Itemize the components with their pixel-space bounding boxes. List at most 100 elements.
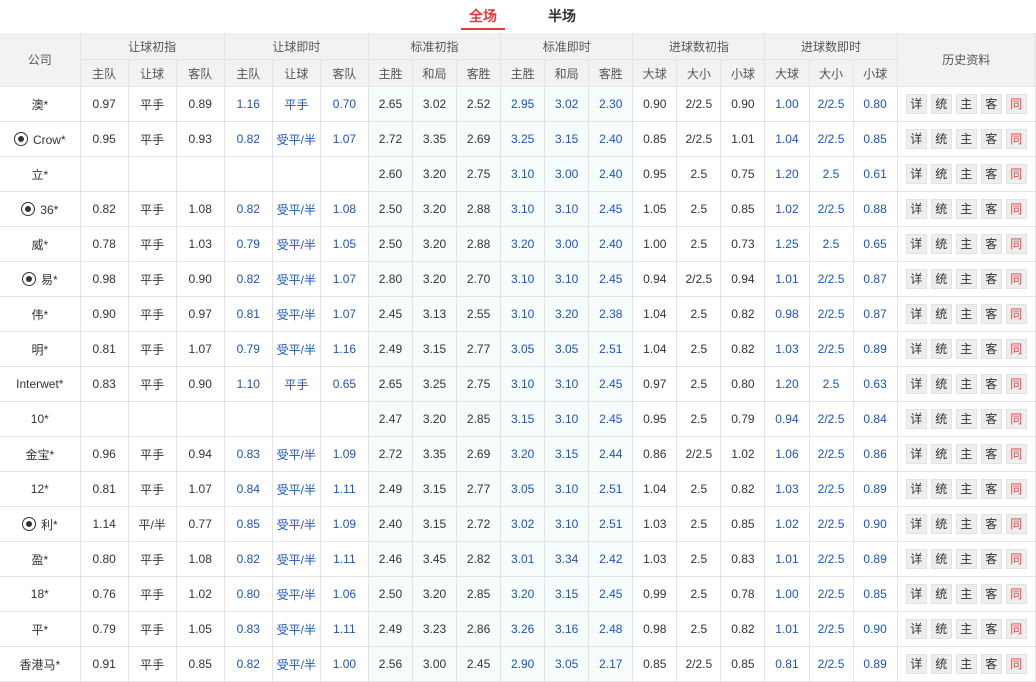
stats-link[interactable]: 统 [930,409,952,429]
detail-link[interactable]: 详 [905,479,927,499]
tab-full-match[interactable]: 全场 [461,4,505,30]
company-cell[interactable]: Interwet* [0,366,81,402]
away-link[interactable]: 客 [980,164,1002,184]
home-link[interactable]: 主 [955,549,977,569]
away-link[interactable]: 客 [980,234,1002,254]
company-cell[interactable]: 立* [0,156,81,192]
detail-link[interactable]: 详 [905,339,927,359]
detail-link[interactable]: 详 [905,94,927,114]
home-link[interactable]: 主 [955,199,977,219]
home-link[interactable]: 主 [955,584,977,604]
home-link[interactable]: 主 [955,339,977,359]
home-link[interactable]: 主 [955,619,977,639]
stats-link[interactable]: 统 [930,654,952,674]
home-link[interactable]: 主 [955,269,977,289]
home-link[interactable]: 主 [955,444,977,464]
stats-link[interactable]: 统 [930,514,952,534]
stats-link[interactable]: 统 [930,444,952,464]
detail-link[interactable]: 详 [905,129,927,149]
home-link[interactable]: 主 [955,234,977,254]
detail-link[interactable]: 详 [905,654,927,674]
same-link[interactable]: 同 [1005,514,1027,534]
detail-link[interactable]: 详 [905,549,927,569]
stats-link[interactable]: 统 [930,584,952,604]
detail-link[interactable]: 详 [905,584,927,604]
away-link[interactable]: 客 [980,304,1002,324]
same-link[interactable]: 同 [1005,129,1027,149]
home-link[interactable]: 主 [955,304,977,324]
company-cell[interactable]: 12* [0,471,81,507]
home-link[interactable]: 主 [955,654,977,674]
away-link[interactable]: 客 [980,199,1002,219]
detail-link[interactable]: 详 [905,444,927,464]
company-cell[interactable]: Crow* [0,121,81,157]
stats-link[interactable]: 统 [930,479,952,499]
away-link[interactable]: 客 [980,269,1002,289]
same-link[interactable]: 同 [1005,409,1027,429]
stats-link[interactable]: 统 [930,339,952,359]
away-link[interactable]: 客 [980,94,1002,114]
away-link[interactable]: 客 [980,129,1002,149]
stats-link[interactable]: 统 [930,304,952,324]
stats-link[interactable]: 统 [930,549,952,569]
company-cell[interactable]: 18* [0,576,81,612]
away-link[interactable]: 客 [980,479,1002,499]
stats-link[interactable]: 统 [930,199,952,219]
company-cell[interactable]: 明* [0,331,81,367]
company-cell[interactable]: 36* [0,191,81,227]
detail-link[interactable]: 详 [905,234,927,254]
away-link[interactable]: 客 [980,339,1002,359]
home-link[interactable]: 主 [955,94,977,114]
away-link[interactable]: 客 [980,444,1002,464]
detail-link[interactable]: 详 [905,164,927,184]
detail-link[interactable]: 详 [905,619,927,639]
company-cell[interactable]: 威* [0,226,81,262]
company-cell[interactable]: 盈* [0,541,81,577]
home-link[interactable]: 主 [955,374,977,394]
company-cell[interactable]: 金宝* [0,436,81,472]
same-link[interactable]: 同 [1005,549,1027,569]
detail-link[interactable]: 详 [905,409,927,429]
same-link[interactable]: 同 [1005,234,1027,254]
home-link[interactable]: 主 [955,514,977,534]
away-link[interactable]: 客 [980,409,1002,429]
stats-link[interactable]: 统 [930,374,952,394]
stats-link[interactable]: 统 [930,94,952,114]
detail-link[interactable]: 详 [905,374,927,394]
away-link[interactable]: 客 [980,549,1002,569]
detail-link[interactable]: 详 [905,304,927,324]
company-cell[interactable]: 利* [0,506,81,542]
same-link[interactable]: 同 [1005,374,1027,394]
same-link[interactable]: 同 [1005,304,1027,324]
company-cell[interactable]: 10* [0,401,81,437]
company-cell[interactable]: 香港马* [0,646,81,682]
same-link[interactable]: 同 [1005,339,1027,359]
same-link[interactable]: 同 [1005,199,1027,219]
home-link[interactable]: 主 [955,479,977,499]
same-link[interactable]: 同 [1005,269,1027,289]
stats-link[interactable]: 统 [930,619,952,639]
company-cell[interactable]: 伟* [0,296,81,332]
home-link[interactable]: 主 [955,129,977,149]
same-link[interactable]: 同 [1005,94,1027,114]
detail-link[interactable]: 详 [905,199,927,219]
stats-link[interactable]: 统 [930,234,952,254]
same-link[interactable]: 同 [1005,479,1027,499]
same-link[interactable]: 同 [1005,444,1027,464]
detail-link[interactable]: 详 [905,514,927,534]
stats-link[interactable]: 统 [930,269,952,289]
detail-link[interactable]: 详 [905,269,927,289]
away-link[interactable]: 客 [980,514,1002,534]
stats-link[interactable]: 统 [930,129,952,149]
away-link[interactable]: 客 [980,374,1002,394]
tab-half-time[interactable]: 半场 [540,4,584,28]
home-link[interactable]: 主 [955,164,977,184]
stats-link[interactable]: 统 [930,164,952,184]
away-link[interactable]: 客 [980,654,1002,674]
same-link[interactable]: 同 [1005,584,1027,604]
same-link[interactable]: 同 [1005,164,1027,184]
away-link[interactable]: 客 [980,619,1002,639]
away-link[interactable]: 客 [980,584,1002,604]
same-link[interactable]: 同 [1005,619,1027,639]
company-cell[interactable]: 易* [0,261,81,297]
